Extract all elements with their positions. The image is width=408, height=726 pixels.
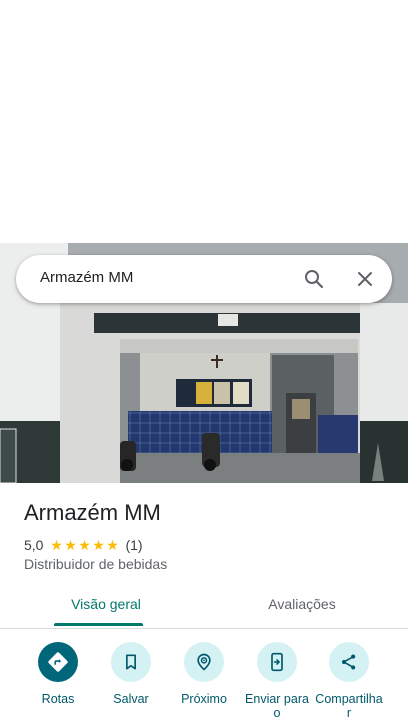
directions-button[interactable]: Rotas bbox=[21, 640, 95, 706]
nearby-label: Próximo bbox=[181, 692, 227, 706]
send-to-phone-label: Enviar para o bbox=[245, 692, 309, 720]
tab-bar: Visão geral Avaliações bbox=[0, 590, 408, 629]
directions-label: Rotas bbox=[41, 692, 75, 706]
close-icon[interactable] bbox=[353, 267, 377, 291]
tab-reviews[interactable]: Avaliações bbox=[248, 596, 356, 612]
share-icon bbox=[329, 642, 369, 682]
search-query-text[interactable]: Armazém MM bbox=[40, 269, 133, 286]
save-label: Salvar bbox=[113, 692, 149, 706]
bookmark-icon bbox=[111, 642, 151, 682]
review-count: (1) bbox=[125, 537, 143, 553]
directions-icon bbox=[38, 642, 78, 682]
nearby-button[interactable]: Próximo bbox=[167, 640, 241, 706]
share-button[interactable]: Compartilha r bbox=[312, 640, 386, 720]
star-icon: ★ bbox=[92, 537, 105, 553]
send-to-phone-button[interactable]: Enviar para o bbox=[240, 640, 314, 720]
rating-row[interactable]: 5,0 ★ ★ ★ ★ ★ (1) bbox=[24, 536, 143, 554]
nearby-icon bbox=[184, 642, 224, 682]
star-icon: ★ bbox=[64, 537, 77, 553]
tab-overview[interactable]: Visão geral bbox=[54, 596, 158, 612]
place-category: Distribuidor de bebidas bbox=[24, 556, 168, 572]
search-bar[interactable]: Armazém MM bbox=[16, 255, 392, 303]
place-title: Armazém MM bbox=[24, 500, 161, 525]
rating-value: 5,0 bbox=[24, 537, 44, 553]
search-icon[interactable] bbox=[302, 267, 326, 291]
tab-selected-indicator bbox=[54, 623, 143, 626]
star-icon: ★ bbox=[106, 537, 119, 553]
action-bar: Rotas Salvar Próximo Enviar para o Compa… bbox=[0, 640, 408, 726]
send-to-phone-icon bbox=[257, 642, 297, 682]
star-icon: ★ bbox=[78, 537, 91, 553]
save-button[interactable]: Salvar bbox=[94, 640, 168, 706]
star-icon: ★ bbox=[50, 537, 63, 553]
rating-stars: ★ ★ ★ ★ ★ bbox=[49, 538, 119, 552]
blank-top-area bbox=[0, 0, 408, 243]
share-label: Compartilha r bbox=[315, 692, 383, 720]
